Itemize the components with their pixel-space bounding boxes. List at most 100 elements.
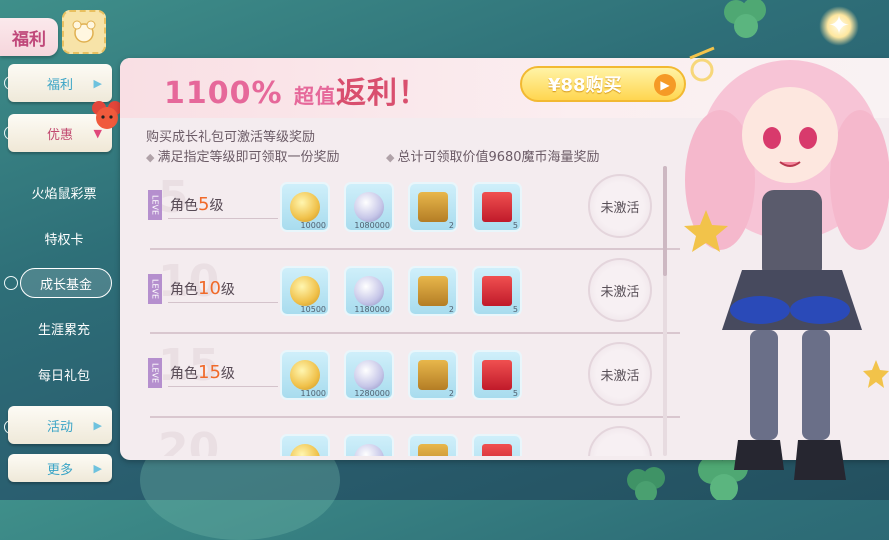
- gold-coin-icon: [290, 360, 320, 390]
- level-suffix: 级: [209, 198, 224, 214]
- level-prefix: 角色: [170, 366, 198, 382]
- tab-more[interactable]: 更多 ▶: [8, 454, 112, 482]
- description-line-1: 购买成长礼包可激活等级奖励: [146, 130, 316, 145]
- reward-list[interactable]: 5 LEVE 角色5级 10000 1080000 2 5 未激活 10 LEV…: [140, 166, 680, 456]
- tab-label: 福利: [46, 77, 73, 93]
- red-card-icon: [482, 444, 512, 456]
- chevron-right-icon: ▶: [93, 418, 102, 432]
- status-badge: 未激活: [588, 174, 652, 238]
- reward-gold-coin[interactable]: 10500: [280, 266, 330, 316]
- clover-bottom-left-icon: [627, 467, 665, 500]
- level-tag: LEVE: [148, 358, 162, 388]
- sidebar-item-label: 成长基金: [39, 277, 92, 293]
- status-badge: 未激活: [588, 342, 652, 406]
- reward-treasure-chest[interactable]: 2: [408, 266, 458, 316]
- reward-row: 5 LEVE 角色5级 10000 1080000 2 5 未激活: [140, 166, 680, 250]
- reward-qty: 1280000: [354, 389, 390, 398]
- buy-button[interactable]: ¥88购买 ▶: [520, 66, 686, 102]
- gold-coin-icon: [290, 192, 320, 222]
- treasure-chest-icon: [418, 444, 448, 456]
- banner-subtitle: 超值: [294, 84, 337, 108]
- buy-label: ¥88购买: [548, 75, 622, 96]
- diamond-bullet-icon: ◆: [146, 151, 155, 164]
- silver-coin-icon: [354, 444, 384, 456]
- divider: [168, 218, 278, 219]
- gold-coin-icon: [290, 444, 320, 456]
- gold-coin-icon: [290, 276, 320, 306]
- reward-row: 15 LEVE 角色15级 11000 1280000 2 5 未激活: [140, 334, 680, 418]
- reward-red-card[interactable]: [472, 434, 522, 456]
- sidebar-item-label: 火焰鼠彩票: [31, 186, 97, 202]
- reward-treasure-chest[interactable]: 2: [408, 350, 458, 400]
- reward-red-card[interactable]: 5: [472, 182, 522, 232]
- tab-activity[interactable]: 活动 ▶: [8, 406, 112, 444]
- reward-qty: 5: [512, 221, 518, 230]
- red-card-icon: [482, 360, 512, 390]
- reward-row: 10 LEVE 角色10级 10500 1180000 2 5 未激活: [140, 250, 680, 334]
- page-title: 福利: [0, 18, 58, 56]
- banner-percent: 1100%: [164, 76, 283, 111]
- reward-silver-coin[interactable]: 1280000: [344, 350, 394, 400]
- reward-gold-coin[interactable]: 11000: [280, 350, 330, 400]
- level-prefix: 角色: [170, 282, 198, 298]
- description-line-2: ◆ 满足指定等级即可领取一份奖励: [146, 146, 339, 165]
- sidebar-item-label: 特权卡: [44, 232, 84, 248]
- tab-label: 活动: [46, 419, 73, 435]
- reward-treasure-chest[interactable]: [408, 434, 458, 456]
- level-tag: LEVE: [148, 190, 162, 220]
- reward-qty: 1080000: [354, 221, 390, 230]
- silver-coin-icon: [354, 276, 384, 306]
- status-badge: 未激活: [588, 258, 652, 322]
- sidebar-item-growth-fund[interactable]: 成长基金: [20, 268, 112, 298]
- red-card-icon: [482, 276, 512, 306]
- divider: [168, 302, 278, 303]
- reward-silver-coin[interactable]: 1080000: [344, 182, 394, 232]
- reward-gold-coin[interactable]: 10000: [280, 182, 330, 232]
- description-text: 满足指定等级即可领取一份奖励: [157, 150, 340, 165]
- reward-qty: 1180000: [354, 305, 390, 314]
- reward-qty: 11000: [300, 389, 326, 398]
- ticket-icon: [62, 10, 106, 54]
- reward-treasure-chest[interactable]: 2: [408, 182, 458, 232]
- sidebar-item-career-recharge[interactable]: 生涯累充: [8, 314, 120, 342]
- description-text: 总计可领取价值9680魔币海量奖励: [397, 150, 600, 165]
- silver-coin-icon: [354, 360, 384, 390]
- level-suffix: 级: [220, 282, 235, 298]
- reward-row: 20: [140, 418, 680, 456]
- tab-label: 更多: [46, 462, 73, 478]
- reward-silver-coin[interactable]: [344, 434, 394, 456]
- reward-qty: 5: [512, 389, 518, 398]
- reward-red-card[interactable]: 5: [472, 350, 522, 400]
- sidebar-item-fire-mouse-lottery[interactable]: 火焰鼠彩票: [8, 178, 120, 206]
- tab-welfare[interactable]: 福利 ▶: [8, 64, 112, 102]
- reward-qty: 2: [448, 221, 454, 230]
- sidebar-item-label: 生涯累充: [37, 322, 90, 338]
- status-badge: [588, 426, 652, 456]
- treasure-chest-icon: [418, 360, 448, 390]
- sidebar-item-privilege-card[interactable]: 特权卡: [8, 224, 120, 252]
- treasure-chest-icon: [418, 276, 448, 306]
- sidebar-item-daily-gift[interactable]: 每日礼包: [8, 360, 120, 388]
- level-label: 角色5级: [170, 194, 223, 215]
- banner-accent: 返利！: [336, 76, 430, 111]
- divider: [168, 386, 278, 387]
- banner-title: 1100% 超值返利！: [164, 68, 429, 112]
- reward-qty: 2: [448, 389, 454, 398]
- level-suffix: 级: [220, 366, 235, 382]
- treasure-chest-icon: [418, 192, 448, 222]
- level-number: 10: [198, 278, 221, 299]
- reward-qty: 5: [512, 305, 518, 314]
- reward-red-card[interactable]: 5: [472, 266, 522, 316]
- ring-decoration-icon: [4, 276, 18, 290]
- reward-gold-coin[interactable]: [280, 434, 330, 456]
- level-label: 角色15级: [170, 362, 235, 383]
- reward-qty: 2: [448, 305, 454, 314]
- scrollbar-thumb[interactable]: [663, 166, 667, 276]
- level-number: 5: [198, 194, 210, 215]
- character-illustration: [684, 46, 889, 480]
- silver-coin-icon: [354, 192, 384, 222]
- level-label: 角色10级: [170, 278, 235, 299]
- level-prefix: 角色: [170, 198, 198, 214]
- clover-decoration-icon: [724, 0, 766, 38]
- reward-silver-coin[interactable]: 1180000: [344, 266, 394, 316]
